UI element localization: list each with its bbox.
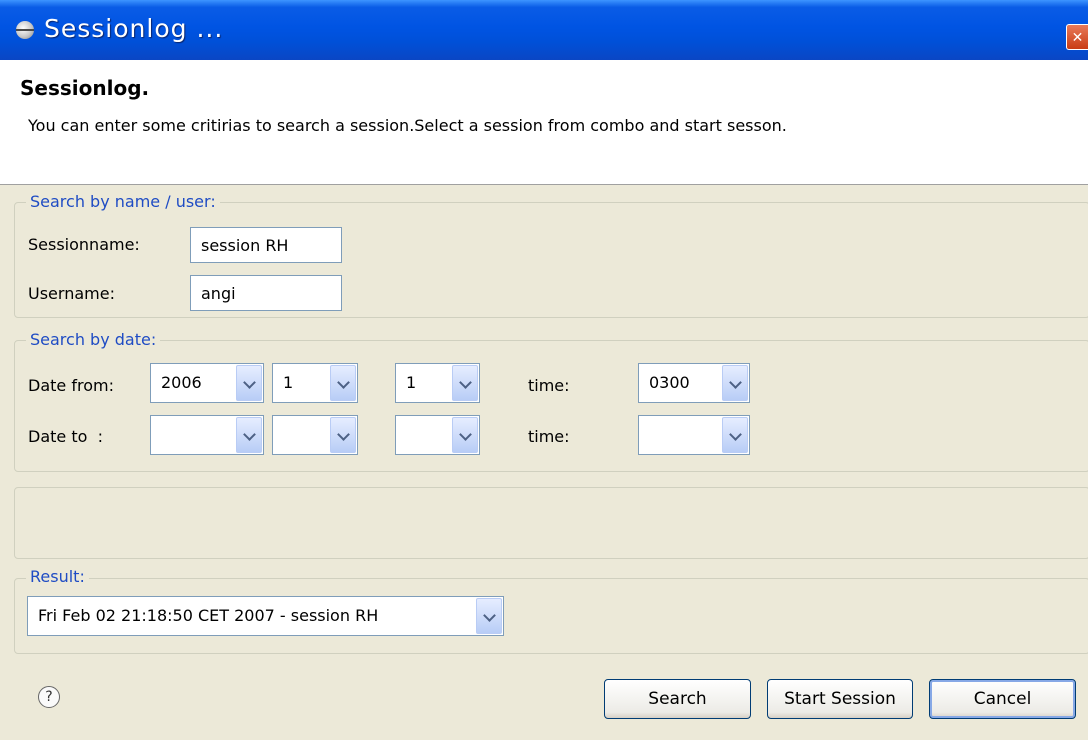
to-year-combo[interactable] xyxy=(150,415,264,455)
from-year-combo[interactable]: 2006 xyxy=(150,363,264,403)
cancel-button[interactable]: Cancel xyxy=(929,679,1076,719)
chevron-down-icon[interactable] xyxy=(236,417,262,453)
from-time-label: time: xyxy=(528,376,570,395)
empty-group xyxy=(14,487,1088,559)
result-group-label: Result: xyxy=(26,567,89,586)
window-title: Sessionlog ... xyxy=(44,14,224,43)
sessionname-label: Sessionname: xyxy=(28,235,140,254)
name-user-group xyxy=(14,202,1088,318)
chevron-down-icon[interactable] xyxy=(476,598,502,634)
username-label: Username: xyxy=(28,284,115,303)
date-from-label: Date from: xyxy=(28,376,114,395)
page-title: Sessionlog. xyxy=(20,76,150,100)
search-button[interactable]: Search xyxy=(604,679,751,719)
chevron-down-icon[interactable] xyxy=(330,365,356,401)
from-day-value: 1 xyxy=(406,373,417,392)
chevron-down-icon[interactable] xyxy=(722,417,748,453)
to-month-combo[interactable] xyxy=(272,415,358,455)
result-value: Fri Feb 02 21:18:50 CET 2007 - session R… xyxy=(38,606,379,625)
chevron-down-icon[interactable] xyxy=(236,365,262,401)
chevron-down-icon[interactable] xyxy=(330,417,356,453)
username-field[interactable] xyxy=(190,275,342,311)
close-button[interactable]: ✕ xyxy=(1066,24,1088,50)
chevron-down-icon[interactable] xyxy=(722,365,748,401)
name-user-group-label: Search by name / user: xyxy=(26,192,220,211)
help-icon[interactable]: ? xyxy=(38,686,60,708)
result-combo[interactable]: Fri Feb 02 21:18:50 CET 2007 - session R… xyxy=(27,596,504,636)
page-description: You can enter some critirias to search a… xyxy=(28,116,787,135)
from-time-value: 0300 xyxy=(649,373,690,392)
date-group-label: Search by date: xyxy=(26,330,161,349)
to-time-label: time: xyxy=(528,427,570,446)
date-to-label: Date to : xyxy=(28,427,103,446)
from-time-combo[interactable]: 0300 xyxy=(638,363,750,403)
from-month-value: 1 xyxy=(283,373,294,392)
header-banner: Sessionlog. You can enter some critirias… xyxy=(0,60,1088,185)
from-month-combo[interactable]: 1 xyxy=(272,363,358,403)
chevron-down-icon[interactable] xyxy=(452,417,478,453)
chevron-down-icon[interactable] xyxy=(452,365,478,401)
from-day-combo[interactable]: 1 xyxy=(395,363,480,403)
from-year-value: 2006 xyxy=(161,373,202,392)
start-session-button[interactable]: Start Session xyxy=(767,679,913,719)
title-bar[interactable]: Sessionlog ... ✕ xyxy=(0,0,1088,60)
to-day-combo[interactable] xyxy=(395,415,480,455)
to-time-combo[interactable] xyxy=(638,415,750,455)
eclipse-globe-icon xyxy=(16,21,34,39)
sessionname-field[interactable] xyxy=(190,227,342,263)
